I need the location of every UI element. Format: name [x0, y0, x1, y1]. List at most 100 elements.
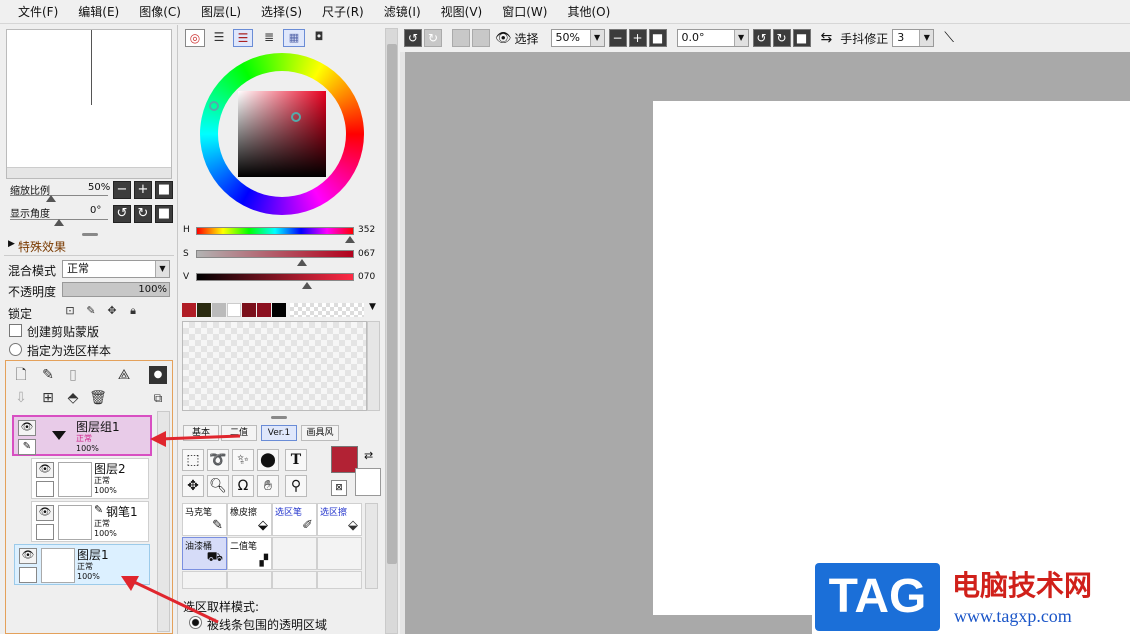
color-swatch[interactable] — [242, 303, 256, 317]
opacity-bar[interactable]: 100% — [62, 282, 170, 297]
layer-row-layer2[interactable]: 👁︎ 图层2 正常 100% — [31, 458, 149, 499]
brush-select-pen[interactable]: 选区笔 ✐ — [272, 503, 317, 536]
h-slider[interactable] — [196, 227, 354, 235]
hand-tool[interactable]: ✋︎ — [257, 475, 279, 497]
lock-transparency-icon[interactable]: ⊡ — [62, 303, 78, 319]
swap-colors-icon[interactable]: ⇄ — [364, 449, 373, 462]
color-swatch[interactable] — [212, 303, 226, 317]
eyedropper-tool[interactable]: ⚲ — [285, 475, 307, 497]
line-tool-icon[interactable]: ⟍ — [944, 30, 954, 46]
layer-adjust-icon[interactable]: ⟁ — [112, 366, 136, 386]
color-list-mode-icon[interactable]: ≣ — [259, 29, 279, 47]
hsv-slider-mode-icon[interactable]: ☰ — [233, 29, 253, 47]
layer-row-group1[interactable]: 👁︎ ✎ 图层组1 正常 100% — [12, 415, 152, 456]
scratchpad-scrollbar[interactable] — [367, 321, 380, 411]
brush-empty[interactable] — [272, 571, 317, 589]
swatch-mode-icon[interactable]: ▦ — [283, 29, 305, 47]
color-wheel-mode-icon[interactable]: ◎ — [185, 29, 205, 47]
v-slider-handle[interactable] — [301, 282, 312, 289]
toolbar-angle-select[interactable]: 0.0° ▼ — [676, 29, 749, 47]
brush-scrollbar[interactable] — [365, 503, 378, 589]
tool-panel-scroll-thumb[interactable] — [387, 44, 397, 564]
scratchpad-mode-icon[interactable]: ◘ — [309, 29, 329, 47]
rect-select-tool[interactable]: ⬚ — [182, 449, 204, 471]
panel-splitter[interactable] — [271, 416, 287, 419]
toolbar-zoom-select[interactable]: 50% ▼ — [550, 29, 605, 47]
new-folder-icon[interactable]: ▯ — [63, 366, 83, 386]
canvas-paper[interactable] — [653, 101, 1130, 615]
s-slider-handle[interactable] — [296, 259, 307, 266]
toolbar-zoom-in-button[interactable]: + — [628, 29, 647, 47]
eye-icon[interactable]: 👁︎ — [36, 505, 54, 521]
menu-other[interactable]: 其他(O) — [557, 0, 620, 24]
invert-select-button[interactable] — [472, 29, 490, 47]
sv-square[interactable] — [238, 91, 326, 177]
new-layer-icon[interactable]: 🗋 — [11, 366, 31, 386]
effects-expand-icon[interactable]: ▶ — [8, 239, 15, 249]
color-swatch[interactable] — [197, 303, 211, 317]
shape-tool[interactable]: ⬤ — [257, 449, 279, 471]
flip-horizontal-icon[interactable]: ⇆ — [821, 30, 833, 46]
brush-empty[interactable] — [317, 571, 362, 589]
zoom-tool[interactable]: 🔍︎ — [207, 475, 229, 497]
canvas-area[interactable] — [400, 52, 1130, 634]
lock-move-icon[interactable]: ✥ — [104, 303, 120, 319]
color-swatch[interactable] — [257, 303, 271, 317]
zoom-slider[interactable] — [10, 195, 108, 196]
navigator-preview[interactable] — [6, 29, 172, 179]
brush-empty[interactable] — [182, 571, 227, 589]
eye-icon[interactable]: 👁︎ — [495, 31, 512, 46]
primary-color[interactable] — [331, 446, 358, 473]
brush-empty[interactable] — [272, 537, 317, 570]
effects-label[interactable]: 特殊效果 — [18, 238, 66, 255]
sv-marker[interactable] — [291, 112, 301, 122]
sample-radio[interactable] — [9, 343, 22, 356]
trash-icon[interactable]: 🗑 — [88, 389, 108, 409]
eye-icon[interactable]: 👁︎ — [19, 548, 37, 564]
v-slider[interactable] — [196, 273, 354, 281]
layer-row-pen1[interactable]: 👁︎ ✎ 钢笔1 正常 100% — [31, 501, 149, 542]
rotate-tool[interactable]: Ω — [232, 475, 254, 497]
toolbar-rotate-reset-button[interactable]: ■ — [792, 29, 811, 47]
rotate-right-button[interactable]: ↻ — [134, 205, 152, 223]
folder-expand-icon[interactable] — [52, 431, 66, 440]
rotate-left-button[interactable]: ↺ — [113, 205, 131, 223]
lock-paint-icon[interactable]: ✎ — [83, 303, 99, 319]
hue-marker[interactable] — [209, 101, 219, 111]
stabilizer-select[interactable]: 3 ▼ — [892, 29, 935, 47]
rgb-slider-mode-icon[interactable]: ☰ — [209, 29, 229, 47]
magic-wand-tool[interactable]: ✨︎ — [232, 449, 254, 471]
eye-icon[interactable]: 👁︎ — [36, 462, 54, 478]
color-swatch[interactable] — [272, 303, 286, 317]
zoom-plus-button[interactable]: + — [134, 181, 152, 199]
toolbar-zoom-reset-button[interactable]: ■ — [648, 29, 667, 47]
zoom-reset-button[interactable]: ■ — [155, 181, 173, 199]
brush-empty[interactable] — [317, 537, 362, 570]
zoom-slider-handle[interactable] — [46, 195, 56, 202]
layer-list-scrollbar[interactable] — [157, 411, 170, 632]
color-swatch[interactable] — [182, 303, 196, 317]
brush-bucket[interactable]: 油漆桶 ⛟︎ — [182, 537, 227, 570]
redo-button[interactable]: ↻ — [424, 29, 442, 47]
secondary-color[interactable] — [355, 468, 381, 496]
menu-select[interactable]: 选择(S) — [251, 0, 312, 24]
brush-select-eraser[interactable]: 选区擦 ⬙ — [317, 503, 362, 536]
menu-filter[interactable]: 滤镜(I) — [374, 0, 431, 24]
chevron-down-icon[interactable]: ▼ — [369, 302, 376, 312]
eye-icon[interactable]: 👁︎ — [18, 420, 36, 436]
toolbar-zoom-out-button[interactable]: − — [608, 29, 627, 47]
scratchpad[interactable] — [182, 321, 367, 411]
tab-binary[interactable]: 二值 — [221, 425, 257, 441]
menu-ruler[interactable]: 尺子(R) — [312, 0, 374, 24]
move-tool[interactable]: ✥ — [182, 475, 204, 497]
tab-ver1[interactable]: Ver.1 — [261, 425, 297, 441]
brush-marker[interactable]: 马克笔 ✎ — [182, 503, 227, 536]
brush-binary-pen[interactable]: 二值笔 ▞ — [227, 537, 272, 570]
layer-mask-icon[interactable]: ● — [149, 366, 167, 384]
menu-layer[interactable]: 图层(L) — [191, 0, 251, 24]
deselect-button[interactable] — [452, 29, 470, 47]
clip-checkbox[interactable] — [9, 324, 22, 337]
menu-edit[interactable]: 编辑(E) — [68, 0, 129, 24]
toolbar-rotate-left-button[interactable]: ↺ — [752, 29, 771, 47]
angle-slider-handle[interactable] — [54, 219, 64, 226]
